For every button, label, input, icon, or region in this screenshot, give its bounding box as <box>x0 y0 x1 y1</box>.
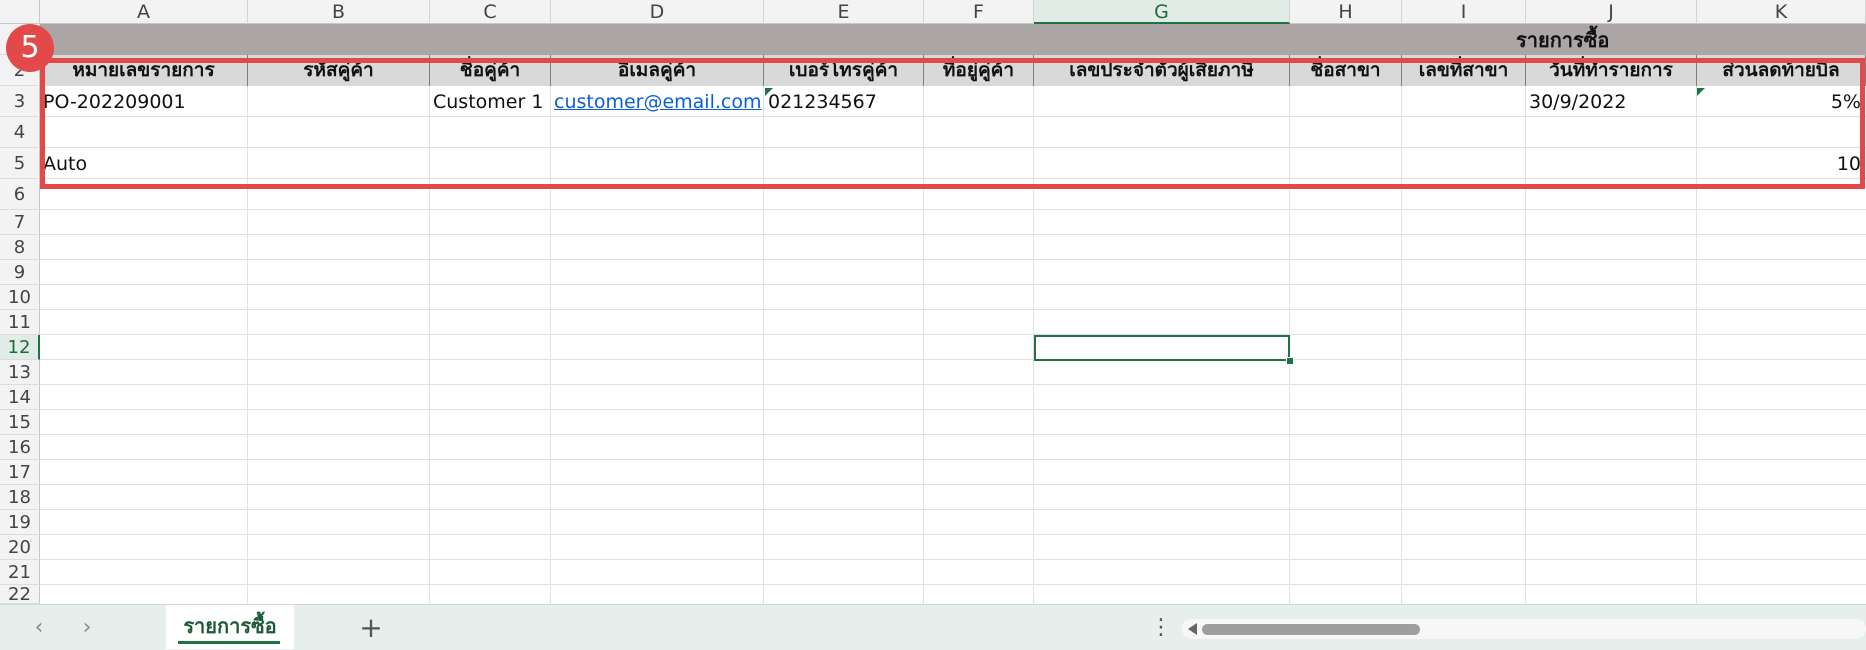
tab-label: รายการซื้อ <box>183 614 277 638</box>
row-header-19[interactable]: 19 <box>0 510 40 535</box>
sheet-tab-bar: ‹ › รายการซื้อ + ⋮ <box>0 604 1866 650</box>
row-header-11[interactable]: 11 <box>0 310 40 335</box>
grid-line <box>40 234 1866 235</box>
row-header-13[interactable]: 13 <box>0 360 40 385</box>
row-header-4[interactable]: 4 <box>0 117 40 148</box>
row-header-14[interactable]: 14 <box>0 385 40 410</box>
row-header-17[interactable]: 17 <box>0 460 40 485</box>
grid-line <box>40 434 1866 435</box>
active-cell-selection[interactable] <box>1034 335 1290 361</box>
grid-line <box>40 384 1866 385</box>
row-header-22[interactable]: 22 <box>0 585 40 604</box>
sheet-title: รายการซื้อ <box>1516 28 1610 52</box>
row-header-5[interactable]: 5 <box>0 148 40 179</box>
row-header-21[interactable]: 21 <box>0 560 40 585</box>
column-header-b[interactable]: B <box>248 0 430 24</box>
column-header-d[interactable]: D <box>551 0 764 24</box>
column-header-h[interactable]: H <box>1290 0 1402 24</box>
column-header-k[interactable]: K <box>1697 0 1866 24</box>
scroll-left-icon[interactable] <box>1188 623 1197 635</box>
grid-line <box>40 459 1866 460</box>
column-header-e[interactable]: E <box>764 0 924 24</box>
grid-line <box>40 259 1866 260</box>
row-header-18[interactable]: 18 <box>0 485 40 510</box>
row-header-15[interactable]: 15 <box>0 410 40 435</box>
column-header-j[interactable]: J <box>1526 0 1697 24</box>
row-header-6[interactable]: 6 <box>0 179 40 210</box>
grid-line <box>40 334 1866 335</box>
add-sheet-icon[interactable]: + <box>356 613 386 643</box>
row-header-7[interactable]: 7 <box>0 210 40 235</box>
grid-line <box>40 359 1866 360</box>
prev-sheet-icon[interactable]: ‹ <box>26 615 52 641</box>
fill-handle[interactable] <box>1286 357 1294 365</box>
grid-line <box>40 284 1866 285</box>
active-tab-underline <box>178 641 280 644</box>
row-header-8[interactable]: 8 <box>0 235 40 260</box>
column-header-g[interactable]: G <box>1034 0 1290 24</box>
column-header-f[interactable]: F <box>924 0 1034 24</box>
horizontal-scrollbar[interactable] <box>1182 619 1866 639</box>
row-header-16[interactable]: 16 <box>0 435 40 460</box>
grid-line <box>40 309 1866 310</box>
highlight-box <box>40 58 1865 189</box>
scrollbar-thumb[interactable] <box>1202 624 1420 635</box>
grid-line <box>40 484 1866 485</box>
column-header-i[interactable]: I <box>1402 0 1526 24</box>
grid-line <box>40 409 1866 410</box>
grid-line <box>40 584 1866 585</box>
row-header-12[interactable]: 12 <box>0 335 40 360</box>
more-options-icon[interactable]: ⋮ <box>1150 615 1172 641</box>
select-all-corner[interactable] <box>0 0 40 24</box>
row-header-20[interactable]: 20 <box>0 535 40 560</box>
row-header-9[interactable]: 9 <box>0 260 40 285</box>
grid-line <box>40 509 1866 510</box>
next-sheet-icon[interactable]: › <box>74 615 100 641</box>
row-header-3[interactable]: 3 <box>0 86 40 117</box>
grid-line <box>40 534 1866 535</box>
grid-line <box>40 209 1866 210</box>
step-badge: 5 <box>6 24 54 72</box>
grid-line <box>40 559 1866 560</box>
column-header-c[interactable]: C <box>430 0 551 24</box>
row-header-10[interactable]: 10 <box>0 285 40 310</box>
column-header-a[interactable]: A <box>40 0 248 24</box>
spreadsheet-grid[interactable]: ABCDEFGHIJK 1234567891011121314151617181… <box>0 0 1866 604</box>
